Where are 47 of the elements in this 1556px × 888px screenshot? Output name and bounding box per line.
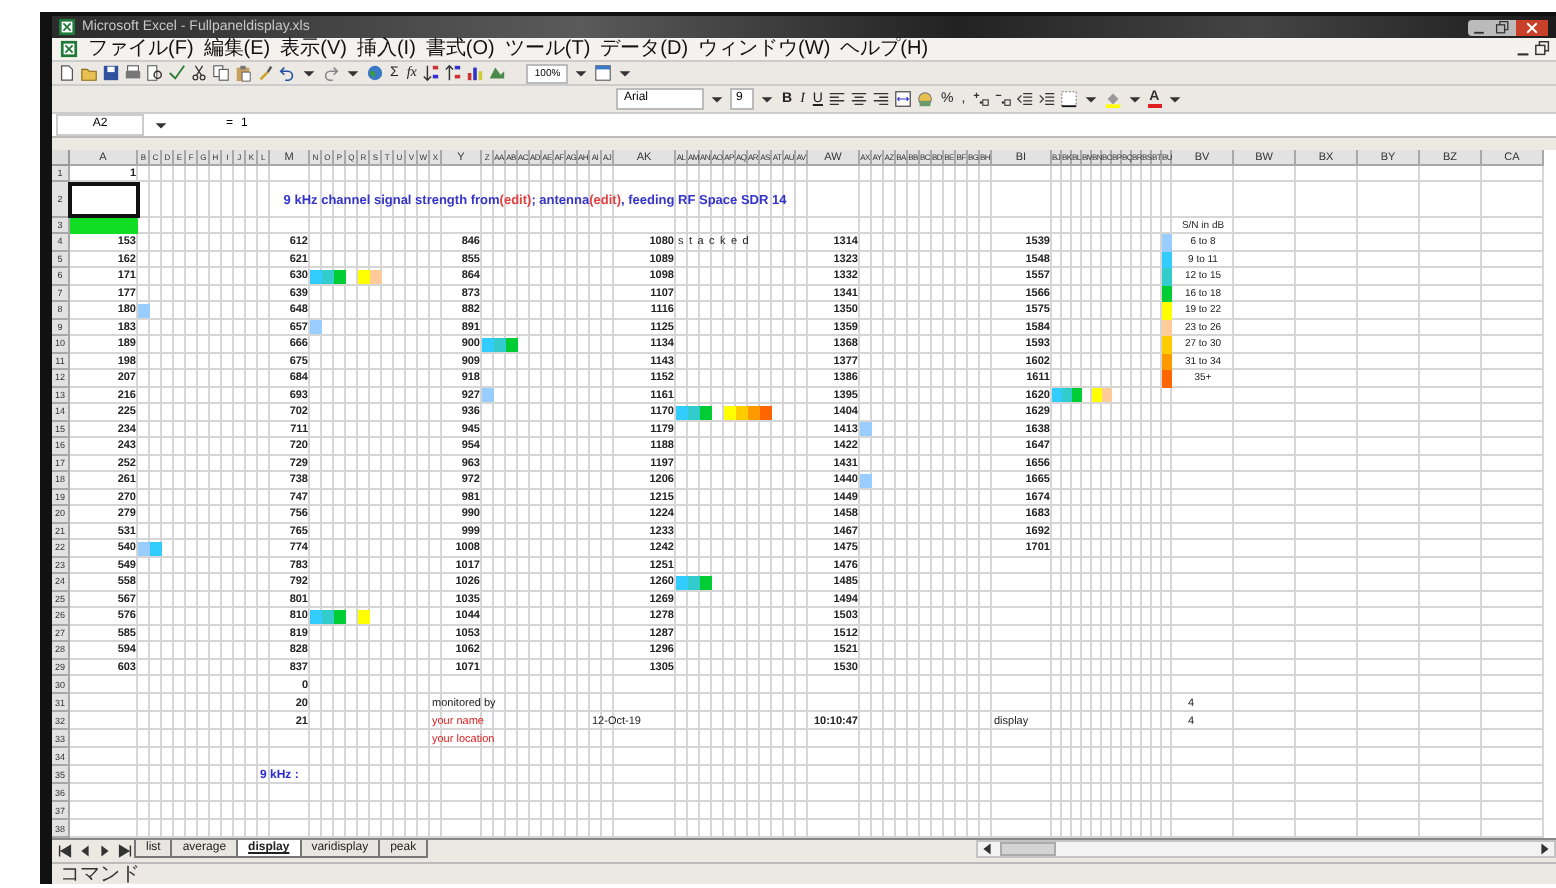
menu-item[interactable]: 挿入(I): [356, 38, 416, 60]
increase-decimal-icon[interactable]: [971, 90, 990, 108]
next-sheet-icon[interactable]: [96, 842, 114, 860]
borders-icon[interactable]: [1059, 90, 1078, 108]
menu-item[interactable]: 書式(O): [425, 38, 495, 60]
copy-icon[interactable]: [212, 64, 230, 82]
print-preview-icon[interactable]: [146, 64, 164, 82]
previous-sheet-icon[interactable]: [76, 842, 94, 860]
first-sheet-icon[interactable]: [56, 842, 74, 860]
window-icon[interactable]: [594, 64, 613, 82]
menu-item[interactable]: 編集(E): [203, 38, 271, 60]
brush-icon[interactable]: [256, 64, 274, 82]
globe-icon[interactable]: [366, 64, 384, 82]
restore-icon[interactable]: [1492, 19, 1514, 35]
cell-cursor: [68, 182, 140, 218]
spellcheck-icon[interactable]: [168, 64, 186, 82]
menu-item[interactable]: ファイル(F): [88, 38, 194, 60]
indent-icon[interactable]: [1037, 90, 1056, 108]
undo-icon[interactable]: [278, 64, 296, 82]
app-icon: [58, 18, 76, 36]
menu-item[interactable]: データ(D): [600, 38, 689, 60]
menu-item[interactable]: ウィンドウ(W): [698, 38, 831, 60]
status-text: コマンド: [60, 863, 140, 884]
sort-descending-icon[interactable]: [444, 64, 463, 82]
decrease-decimal-icon[interactable]: [993, 90, 1012, 108]
bar-chart-icon[interactable]: [466, 64, 485, 82]
align-left-icon[interactable]: [828, 90, 847, 108]
paste-icon[interactable]: [234, 64, 252, 82]
currency-icon[interactable]: [916, 90, 935, 108]
horizontal-scrollbar[interactable]: [976, 840, 1556, 858]
outdent-icon[interactable]: [1015, 90, 1034, 108]
save-icon[interactable]: [102, 64, 120, 82]
align-center-icon[interactable]: [850, 90, 869, 108]
menu-item[interactable]: ツール(T): [504, 38, 591, 60]
menu-item[interactable]: ヘルプ(H): [840, 38, 929, 60]
merge-center-icon[interactable]: [894, 90, 913, 108]
scroll-thumb[interactable]: [1000, 842, 1056, 856]
printer-icon[interactable]: [124, 64, 142, 82]
menu-item[interactable]: 表示(V): [280, 38, 347, 60]
align-right-icon[interactable]: [872, 90, 891, 108]
restore-icon[interactable]: [1534, 40, 1552, 58]
close-icon[interactable]: [1516, 19, 1548, 35]
last-sheet-icon[interactable]: [116, 842, 134, 860]
sort-ascending-icon[interactable]: [422, 64, 441, 82]
scissors-icon[interactable]: [190, 64, 208, 82]
app-icon[interactable]: [60, 40, 78, 58]
cell-fill: [70, 218, 138, 234]
